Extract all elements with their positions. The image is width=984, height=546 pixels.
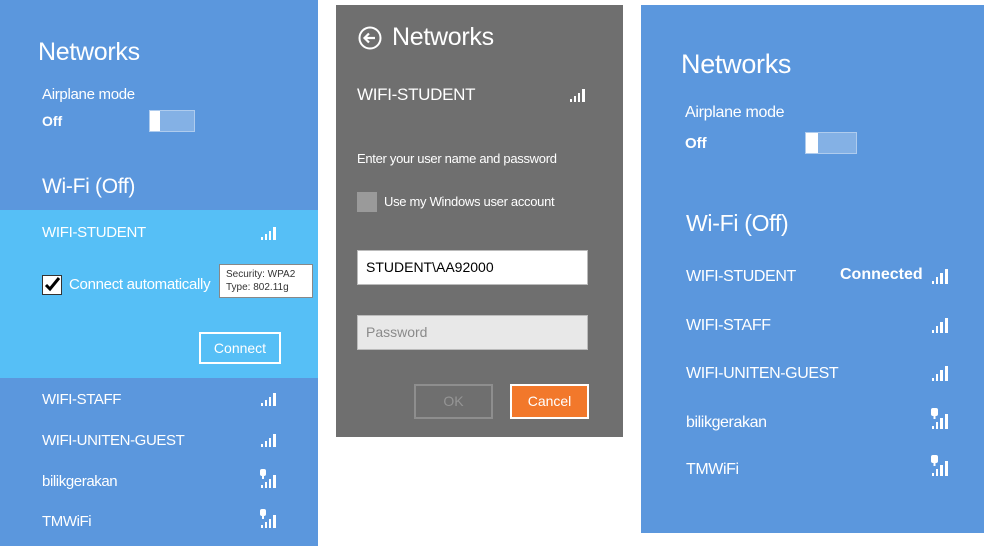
networks-panel-right: Networks Airplane mode Off Wi-Fi (Off) W… (641, 5, 984, 533)
connect-automatically-label: Connect automatically (69, 276, 211, 293)
network-name: bilikgerakan (686, 414, 767, 431)
wifi-signal-icon (932, 318, 948, 333)
network-item[interactable]: WIFI-STAFF (0, 381, 318, 419)
network-item[interactable]: TMWiFi (641, 451, 984, 487)
network-name: WIFI-UNITEN-GUEST (42, 432, 185, 449)
connect-button[interactable]: Connect (199, 332, 281, 364)
secured-signal-icon (931, 455, 948, 476)
network-name: WIFI-STUDENT (357, 85, 476, 104)
ok-button[interactable]: OK (414, 384, 493, 419)
use-windows-account-label: Use my Windows user account (384, 194, 555, 209)
network-credentials-panel: Networks WIFI-STUDENT Enter your user na… (336, 5, 623, 437)
network-name: WIFI-UNITEN-GUEST (686, 365, 839, 382)
network-item[interactable]: WIFI-UNITEN-GUEST (641, 355, 984, 391)
back-arrow-icon[interactable] (358, 26, 382, 50)
wifi-signal-icon (570, 89, 585, 102)
secured-signal-icon (931, 408, 948, 429)
wifi-signal-icon (932, 269, 948, 284)
wifi-signal-icon (261, 434, 276, 447)
airplane-mode-value: Off (685, 135, 707, 152)
wifi-signal-icon (261, 393, 276, 406)
connection-status: Connected (840, 266, 923, 283)
use-windows-account-checkbox[interactable] (357, 192, 377, 212)
panel-title: Networks (392, 23, 494, 51)
network-item[interactable]: bilikgerakan (0, 463, 318, 501)
network-name: bilikgerakan (42, 473, 118, 490)
cancel-button[interactable]: Cancel (510, 384, 589, 419)
connect-automatically-checkbox[interactable] (42, 275, 62, 295)
network-name: WIFI-STAFF (42, 391, 122, 408)
wifi-signal-icon (932, 366, 948, 381)
airplane-mode-label: Airplane mode (685, 104, 785, 121)
network-item[interactable]: WIFI-STAFF (641, 307, 984, 343)
password-field[interactable]: Password (357, 315, 588, 350)
wifi-signal-icon (261, 227, 276, 240)
airplane-mode-toggle[interactable] (149, 110, 195, 132)
network-item[interactable]: WIFI-STUDENT Connected (641, 258, 984, 294)
networks-panel-left: Networks Airplane mode Off Wi-Fi (Off) W… (0, 0, 318, 546)
network-item[interactable]: bilikgerakan (641, 404, 984, 440)
wifi-section-header: Wi-Fi (Off) (686, 210, 789, 236)
network-name: TMWiFi (686, 461, 739, 478)
secured-signal-icon (260, 469, 276, 488)
network-item[interactable]: WIFI-UNITEN-GUEST (0, 422, 318, 460)
wifi-section-header: Wi-Fi (Off) (42, 175, 136, 198)
tooltip-type: Type: 802.11g (226, 282, 289, 293)
airplane-mode-label: Airplane mode (42, 86, 135, 103)
panel-title: Networks (38, 38, 140, 66)
network-item[interactable]: TMWiFi (0, 503, 318, 541)
network-name: WIFI-STUDENT (42, 224, 146, 241)
selected-network-expanded[interactable]: WIFI-STUDENT Connect automatically Secur… (0, 210, 318, 378)
credentials-prompt: Enter your user name and password (357, 151, 557, 166)
network-name: TMWiFi (42, 513, 92, 530)
airplane-mode-value: Off (42, 113, 63, 129)
network-name: WIFI-STUDENT (686, 268, 796, 285)
airplane-mode-toggle[interactable] (805, 132, 857, 154)
panel-title: Networks (681, 49, 792, 79)
security-tooltip: Security: WPA2 Type: 802.11g (219, 264, 313, 298)
checkmark-icon (44, 277, 61, 292)
username-field[interactable]: STUDENT\AA92000 (357, 250, 588, 285)
network-name: WIFI-STAFF (686, 317, 771, 334)
tooltip-security: Security: WPA2 (226, 269, 296, 280)
secured-signal-icon (260, 509, 276, 528)
